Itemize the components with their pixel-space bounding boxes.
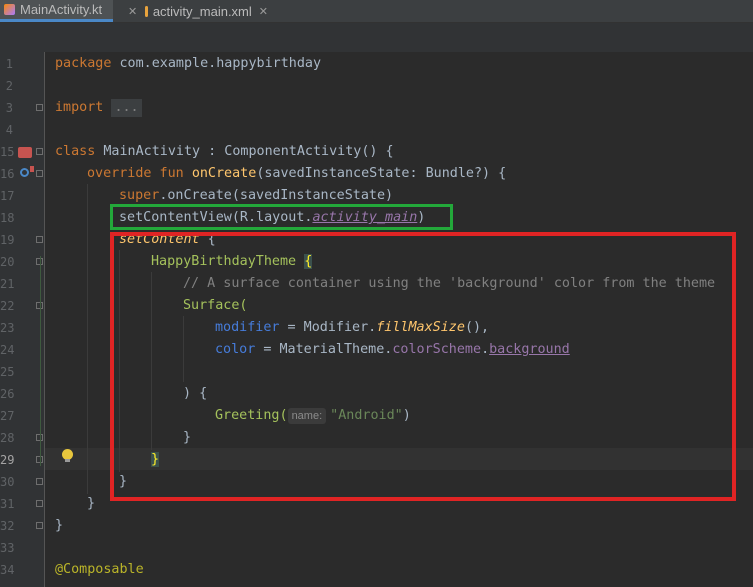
lightbulb-icon[interactable]: [62, 449, 73, 462]
line-number: 22: [0, 299, 15, 313]
line-number: 3: [5, 101, 13, 115]
tab-label: MainActivity.kt: [20, 2, 103, 17]
fold-marker-icon[interactable]: [36, 104, 43, 111]
indent-guide: [87, 184, 88, 494]
gutter-divider: [44, 52, 45, 587]
fold-marker-icon[interactable]: [36, 236, 43, 243]
kotlin-file-icon: [4, 4, 15, 15]
code-line[interactable]: package com.example.happybirthday: [55, 53, 321, 75]
code-line[interactable]: override fun onCreate(savedInstanceState…: [87, 163, 506, 185]
line-number: 30: [0, 475, 15, 489]
line-number: 2: [5, 79, 13, 93]
line-number: 34: [0, 563, 15, 577]
close-icon[interactable]: ✕: [259, 5, 268, 18]
line-number: 28: [0, 431, 15, 445]
code-annotation[interactable]: @Composable: [55, 559, 144, 581]
line-number: 18: [0, 211, 15, 225]
line-number: 33: [0, 541, 15, 555]
xml-file-icon: [145, 5, 148, 17]
run-gutter-icon[interactable]: [18, 147, 32, 158]
close-icon[interactable]: ✕: [128, 5, 137, 18]
tab-activity-main-xml[interactable]: ✕ activity_main.xml ✕: [118, 0, 268, 22]
red-highlight-box: [110, 232, 736, 501]
collapsed-imports[interactable]: ...: [111, 99, 142, 117]
line-number: 23: [0, 321, 15, 335]
change-marker: [40, 256, 41, 466]
code-line[interactable]: }: [55, 515, 63, 537]
code-line[interactable]: class MainActivity : ComponentActivity()…: [55, 141, 394, 163]
line-number: 31: [0, 497, 15, 511]
code-line[interactable]: }: [87, 493, 95, 515]
override-gutter-icon[interactable]: [20, 168, 29, 177]
fold-marker-icon[interactable]: [36, 478, 43, 485]
fold-marker-icon[interactable]: [36, 170, 43, 177]
fold-marker-icon[interactable]: [36, 500, 43, 507]
line-number: 20: [0, 255, 15, 269]
line-number: 17: [0, 189, 15, 203]
line-number: 25: [0, 365, 15, 379]
breadcrumb-strip: [0, 23, 753, 52]
line-number: 15: [0, 145, 15, 159]
line-number: 27: [0, 409, 15, 423]
line-number: 29: [0, 453, 15, 467]
editor-tab-bar: MainActivity.kt ✕ activity_main.xml ✕: [0, 0, 753, 23]
line-number: 1: [5, 57, 13, 71]
green-highlight-box: [110, 204, 453, 230]
code-line[interactable]: import ...: [55, 97, 142, 119]
line-number: 21: [0, 277, 15, 291]
fold-marker-icon[interactable]: [36, 148, 43, 155]
line-number: 24: [0, 343, 15, 357]
line-number: 19: [0, 233, 15, 247]
line-number: 32: [0, 519, 15, 533]
line-number: 16: [0, 167, 15, 181]
fold-marker-icon[interactable]: [36, 522, 43, 529]
override-marker-icon: [30, 166, 34, 172]
tab-label: activity_main.xml: [152, 3, 252, 19]
line-number: 4: [5, 123, 13, 137]
line-number: 26: [0, 387, 15, 401]
tab-mainactivity-kt[interactable]: MainActivity.kt: [0, 0, 113, 22]
